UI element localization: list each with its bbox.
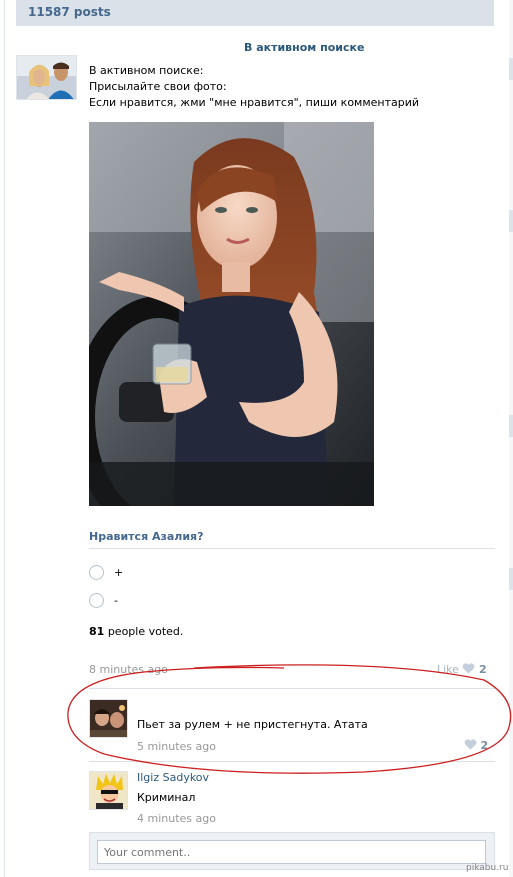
votes-count: 81 <box>89 625 105 638</box>
radio-button[interactable] <box>89 565 104 580</box>
comment-avatar[interactable] <box>89 771 128 810</box>
heart-icon <box>464 739 477 750</box>
post-line: Если нравится, жми "мне нравится", пиши … <box>89 96 420 109</box>
post-text: В активном поиске: Присылайте свои фото:… <box>89 63 419 111</box>
post-line: Присылайте свои фото: <box>89 80 227 93</box>
comment-text: Пьет за рулем + не пристегнута. Атата <box>137 718 368 731</box>
group-avatar[interactable] <box>16 55 77 100</box>
comment-time[interactable]: 4 minutes ago <box>137 812 216 825</box>
radio-button[interactable] <box>89 593 104 608</box>
poll-votes: 81 people voted. <box>89 625 183 638</box>
left-border <box>4 0 5 877</box>
reply-box <box>89 832 495 870</box>
comment-avatar[interactable] <box>89 699 128 738</box>
posts-count: 11587 posts <box>28 5 111 19</box>
comment-text: Криминал <box>137 791 196 804</box>
poll-option-label: - <box>114 594 118 607</box>
heart-icon <box>463 663 475 674</box>
post-line: В активном поиске: <box>89 64 204 77</box>
post-like-button[interactable]: Like 2 <box>437 663 487 676</box>
like-label: Like <box>437 663 459 676</box>
post-time[interactable]: 8 minutes ago <box>89 663 168 676</box>
poll-divider <box>89 548 495 549</box>
post-photo[interactable] <box>89 122 374 506</box>
comment-divider <box>89 761 495 762</box>
wall-header[interactable]: 11587 posts <box>16 0 494 26</box>
post-title[interactable]: В активном поиске <box>244 41 364 54</box>
votes-label: people voted. <box>107 625 184 638</box>
comment-like-button[interactable]: 2 <box>464 739 488 752</box>
poll-option-label: + <box>114 566 124 579</box>
comment-input[interactable] <box>97 840 486 864</box>
right-scroll-rail <box>509 0 513 877</box>
comment-author[interactable]: Ilgiz Sadykov <box>137 771 209 784</box>
watermark: pikabu.ru <box>466 863 509 873</box>
poll-title: Нравится Азалия? <box>89 530 204 543</box>
like-count: 2 <box>478 663 487 676</box>
comments-divider <box>89 688 495 689</box>
like-count: 2 <box>480 739 489 752</box>
comment-time[interactable]: 5 minutes ago <box>137 740 216 753</box>
